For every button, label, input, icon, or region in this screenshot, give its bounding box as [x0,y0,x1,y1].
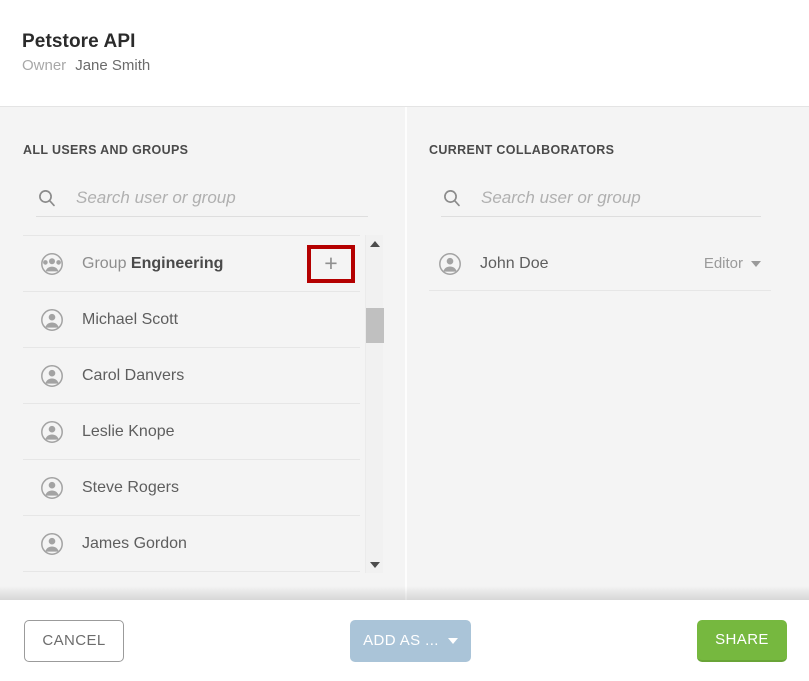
collaborator-row[interactable]: John Doe Editor [429,237,771,291]
all-users-list: Group Engineering + Michael Scott Carol … [23,235,360,573]
dialog-body: ALL USERS AND GROUPS Search user or grou… [0,107,809,600]
add-as-button[interactable]: ADD AS ... [350,619,471,662]
all-users-search-input[interactable] [76,187,368,208]
scroll-down-arrow-icon[interactable] [366,556,384,573]
list-item-name: Engineering [130,254,224,272]
list-item[interactable]: Carol Danvers [23,348,360,404]
list-item[interactable]: Leslie Knope [23,404,360,460]
add-collaborator-button[interactable]: + [307,244,355,283]
current-collaborators-panel: CURRENT COLLABORATORS Search user or gro… [405,107,809,600]
all-users-search-row[interactable] [36,179,368,217]
user-avatar-icon [40,476,64,500]
cancel-button[interactable]: CANCEL [24,619,124,662]
chevron-down-icon [751,260,761,267]
owner-row: Owner Jane Smith [22,57,809,74]
search-icon [441,187,463,209]
owner-label: Owner [22,57,67,74]
all-users-heading: ALL USERS AND GROUPS [23,143,189,157]
user-avatar-icon [40,364,64,388]
share-dialog: Petstore API Owner Jane Smith ALL USERS … [0,0,809,681]
collaborator-role-dropdown[interactable]: Editor [704,255,761,272]
scroll-up-arrow-icon[interactable] [366,235,384,252]
list-item-label: Steve Rogers [82,478,179,496]
add-as-label: ADD AS ... [363,632,439,649]
group-avatar-icon [40,252,64,276]
list-item[interactable]: James Gordon [23,516,360,572]
collaborators-search-input[interactable] [481,187,761,208]
user-avatar-icon [40,308,64,332]
collaborator-role-label: Editor [703,255,743,272]
user-avatar-icon [438,252,462,276]
scrollbar-track[interactable] [365,252,384,556]
collaborator-name: John Doe [480,254,549,272]
list-item-label: Carol Danvers [82,366,185,384]
list-item[interactable]: Group Engineering + [23,236,360,292]
collaborators-search-row[interactable] [441,179,761,217]
list-item-label: James Gordon [82,534,187,552]
list-item-prefix: Group [82,254,127,272]
chevron-down-icon [447,637,458,644]
share-button[interactable]: SHARE [697,619,787,662]
list-item-label: Group Engineering [82,255,223,273]
list-item[interactable]: Michael Scott [23,292,360,348]
plus-icon: + [324,250,338,276]
all-users-and-groups-panel: ALL USERS AND GROUPS Search user or grou… [0,107,405,600]
user-avatar-icon [40,532,64,556]
search-icon [36,187,58,209]
list-item-label: Michael Scott [82,310,179,328]
list-item-label: Leslie Knope [82,422,175,440]
scrollbar-thumb[interactable] [365,308,384,343]
user-avatar-icon [40,420,64,444]
page-title: Petstore API [22,31,136,52]
owner-name: Jane Smith [75,57,151,74]
dialog-header: Petstore API Owner Jane Smith [0,0,809,107]
collaborators-list: John Doe Editor [429,237,771,291]
dialog-footer: CANCEL ADD AS ... SHARE [0,600,809,681]
current-collaborators-heading: CURRENT COLLABORATORS [429,143,615,157]
all-users-list-wrap: Group Engineering + Michael Scott Carol … [23,235,384,573]
list-scrollbar[interactable] [365,235,384,573]
list-item[interactable]: Steve Rogers [23,460,360,516]
